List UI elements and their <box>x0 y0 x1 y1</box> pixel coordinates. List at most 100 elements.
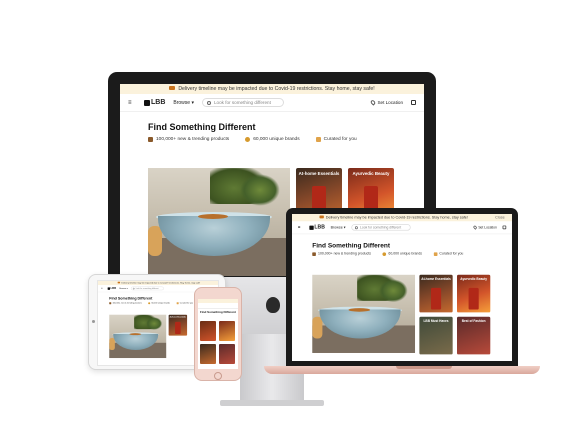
warning-icon <box>117 281 121 284</box>
stat-label: Curated for you <box>323 137 357 142</box>
card-title: Ayurvedic Beauty <box>460 276 488 281</box>
hero-photo-bowl[interactable] <box>109 314 167 359</box>
iphone-screen: Find Something Different <box>198 299 238 369</box>
stat-label: 60,000 unique brands <box>388 252 423 256</box>
card-title: At-home Essentials <box>421 276 451 281</box>
website-laptop: Delivery timeline may be impacted due to… <box>292 214 512 355</box>
stat-products: 100,000+ new & trending products <box>312 252 371 256</box>
website-mobile: Find Something Different <box>198 299 238 369</box>
covid-banner: Delivery timeline may be impacted due to… <box>292 214 512 222</box>
iphone-device: Find Something Different <box>194 287 242 381</box>
cart-icon[interactable] <box>411 100 416 105</box>
stat-label: 100,000+ new & trending products <box>112 302 142 305</box>
search-icon <box>354 225 358 229</box>
box-icon <box>148 137 153 142</box>
location-label: Set Location <box>377 100 403 105</box>
card-title: At-home Essentials <box>298 171 340 176</box>
logo-mark-icon <box>309 225 314 230</box>
stat-label: 100,000+ new & trending products <box>318 252 372 256</box>
stats-row: 100,000+ new & trending products 60,000 … <box>312 252 491 256</box>
macbook-screen: Delivery timeline may be impacted due to… <box>292 214 512 361</box>
location-pin-icon <box>473 225 478 230</box>
search-icon <box>132 287 135 290</box>
bag-icon <box>176 302 179 305</box>
coin-icon <box>148 302 151 305</box>
stat-curated: Curated for you <box>315 137 357 142</box>
stat-label: Curated for you <box>179 302 193 305</box>
browse-menu[interactable]: Browse ▾ <box>119 287 127 289</box>
stat-brands: 60,000 unique brands <box>148 302 171 305</box>
stat-label: Curated for you <box>439 252 464 256</box>
search-placeholder: Look for something different <box>213 100 271 105</box>
set-location-button[interactable]: Set Location <box>370 99 403 106</box>
home-button[interactable] <box>214 372 222 380</box>
browse-label: Browse <box>119 287 127 290</box>
menu-icon[interactable]: ≡ <box>128 100 136 106</box>
hero-photo-bowl[interactable] <box>312 274 416 353</box>
stat-label: 60,000 unique brands <box>151 302 171 305</box>
card-lbb-must-haves[interactable]: LBB Must Haves <box>419 316 453 355</box>
stat-products: 100,000+ new & trending products <box>148 137 229 142</box>
macbook-device: Delivery timeline may be impacted due to… <box>264 208 540 374</box>
card-at-home-essentials[interactable]: At-home Essentials <box>419 274 453 313</box>
card-ayurvedic-beauty[interactable] <box>219 321 235 341</box>
card-title: LBB Must Haves <box>423 318 449 323</box>
card-best-of-fashion[interactable] <box>219 344 235 364</box>
site-logo[interactable]: LBB <box>309 224 325 230</box>
stat-products: 100,000+ new & trending products <box>109 302 142 305</box>
hero-section: Find Something Different 100,000+ new & … <box>292 234 512 256</box>
warning-icon <box>319 215 324 219</box>
cart-icon[interactable] <box>502 225 507 230</box>
covid-banner: Delivery timeline may be impacted due to… <box>120 84 424 94</box>
bag-icon <box>433 252 438 256</box>
card-title: Best of Fashion <box>461 318 486 323</box>
card-ayurvedic-beauty[interactable]: Ayurvedic Beauty <box>457 274 491 313</box>
location-pin-icon <box>370 99 377 106</box>
stat-brands: 60,000 unique brands <box>382 252 423 256</box>
banner-text: Delivery timeline may be impacted due to… <box>178 86 375 92</box>
menu-icon[interactable]: ≡ <box>101 287 104 289</box>
logo-text: LBB <box>151 99 166 106</box>
logo-text: LBB <box>110 287 117 290</box>
hero-photo-bowl[interactable] <box>148 168 290 276</box>
logo-mark-icon <box>144 99 150 106</box>
stat-label: 100,000+ new & trending products <box>156 137 230 142</box>
camera-icon <box>92 320 95 323</box>
box-icon <box>312 252 316 256</box>
card-best-of-fashion[interactable]: Best of Fashion <box>457 316 491 355</box>
apple-logo-icon <box>266 297 280 313</box>
card-title: At-home Essentials <box>169 315 187 318</box>
banner-close-button[interactable]: Close <box>495 214 505 221</box>
search-input[interactable]: Look for something different <box>130 286 164 291</box>
feature-tiles: At-home Essentials Ayurvedic Beauty LBB … <box>312 274 500 355</box>
menu-icon[interactable]: ≡ <box>298 225 304 229</box>
set-location-button[interactable]: Set Location <box>473 225 497 230</box>
logo-text: LBB <box>314 224 325 230</box>
browse-label: Browse <box>330 225 343 230</box>
browse-menu[interactable]: Browse ▾ <box>331 225 346 229</box>
card-lbb-must-haves[interactable] <box>200 344 216 364</box>
search-placeholder: Look for something different <box>360 225 402 230</box>
hero-title: Find Something Different <box>200 310 236 314</box>
search-placeholder: Look for something different <box>135 287 159 290</box>
hero-title: Find Something Different <box>312 241 391 249</box>
device-mockup-stage: Delivery timeline may be impacted due to… <box>0 0 577 433</box>
search-input[interactable]: Look for something different <box>201 98 284 107</box>
box-icon <box>109 302 112 305</box>
site-logo[interactable]: LBB <box>107 287 117 290</box>
imac-foot <box>220 400 324 406</box>
warning-icon <box>169 86 176 91</box>
search-input[interactable]: Look for something different <box>351 224 411 231</box>
banner-text: Delivery timeline may be impacted due to… <box>121 281 201 285</box>
search-icon <box>206 100 211 105</box>
stats-row: 100,000+ new & trending products 60,000 … <box>148 137 396 142</box>
card-at-home-essentials[interactable] <box>200 321 216 341</box>
stat-label: 60,000 unique brands <box>253 137 300 142</box>
stat-curated: Curated for you <box>433 252 464 256</box>
browse-menu[interactable]: Browse ▾ <box>173 100 194 106</box>
card-at-home-essentials[interactable]: At-home Essentials <box>168 314 188 336</box>
macbook-notch <box>396 366 452 369</box>
card-title: Ayurvedic Beauty <box>352 171 390 176</box>
browse-label: Browse <box>173 99 191 106</box>
site-logo[interactable]: LBB <box>144 99 165 106</box>
